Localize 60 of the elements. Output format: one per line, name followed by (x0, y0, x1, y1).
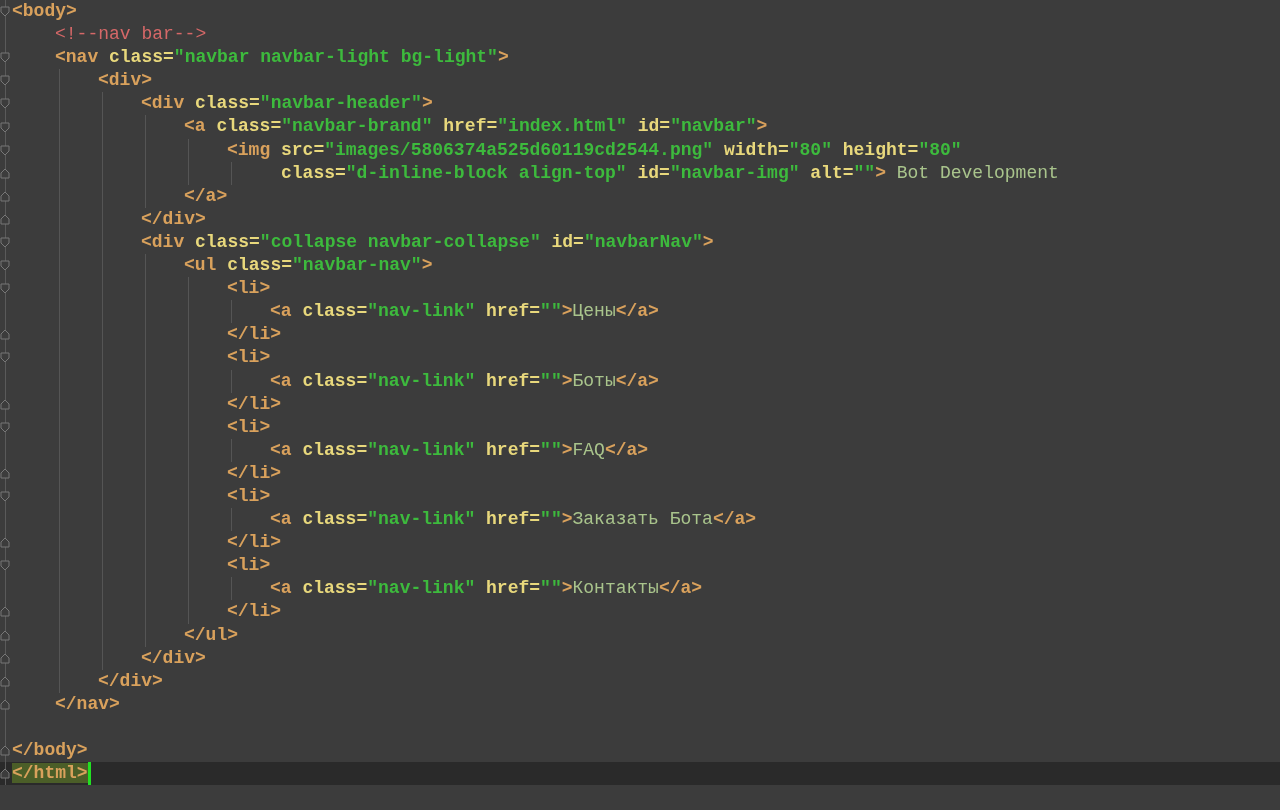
fold-marker-icon[interactable] (0, 398, 10, 410)
code-line: <ul class="navbar-nav"> (184, 254, 433, 278)
code-line: </li> (227, 392, 281, 416)
code-line: <li> (227, 346, 271, 370)
text-cursor (87, 762, 91, 786)
fold-marker-icon[interactable] (0, 467, 10, 479)
code-line: <div class="collapse navbar-collapse" id="navbarNav"> (141, 230, 714, 254)
fold-marker-icon[interactable] (0, 698, 10, 710)
code-line: <a class="nav-link" href="">Заказать Бота</a> (270, 508, 757, 532)
fold-marker-icon[interactable] (0, 560, 10, 572)
fold-marker-icon[interactable] (0, 352, 10, 364)
code-line: <li> (227, 554, 271, 578)
fold-marker-icon[interactable] (0, 260, 10, 272)
code-line: </li> (227, 461, 281, 485)
fold-marker-icon[interactable] (0, 237, 10, 248)
code-line: <div> (98, 69, 152, 93)
fold-marker-icon[interactable] (0, 167, 10, 179)
fold-marker-icon[interactable] (0, 745, 10, 757)
code-line: </ul> (184, 623, 238, 647)
fold-marker-icon[interactable] (0, 75, 10, 87)
fold-marker-icon[interactable] (0, 283, 10, 295)
fold-marker-icon[interactable] (0, 629, 10, 641)
fold-marker-icon[interactable] (0, 144, 10, 156)
code-line: <a class="nav-link" href="">Цены</a> (270, 300, 659, 324)
fold-marker-icon[interactable] (0, 675, 10, 687)
code-line: </li> (227, 531, 281, 555)
fold-marker-icon[interactable] (0, 537, 10, 549)
fold-marker-icon[interactable] (0, 606, 10, 618)
fold-marker-icon[interactable] (0, 213, 10, 225)
code-line: <li> (227, 484, 271, 508)
code-line: </nav> (55, 692, 120, 716)
code-line: </li> (227, 323, 281, 347)
code-line: <li> (227, 277, 271, 301)
code-line: class="d-inline-block align-top" id="navbar-img" alt=""> Bot Development (281, 161, 1059, 185)
code-line: </li> (227, 600, 281, 624)
code-line: <a class="nav-link" href="">Контакты</a> (270, 577, 703, 601)
code-line: <body> (12, 0, 77, 23)
code-comment: <!--nav bar--> (55, 23, 207, 47)
code-line: <nav class="navbar navbar-light bg-light"> (55, 46, 509, 70)
code-line: </div> (141, 207, 206, 231)
code-line: </div> (141, 646, 206, 670)
code-line: <img src="images/5806374a525d60119cd2544.png" width="80" height="80" (227, 138, 962, 162)
code-line: <a class="nav-link" href="">FAQ</a> (270, 438, 649, 462)
fold-marker-icon[interactable] (0, 190, 10, 202)
fold-marker-icon[interactable] (0, 421, 10, 433)
fold-marker-icon[interactable] (0, 121, 10, 133)
fold-marker-icon[interactable] (0, 52, 10, 64)
code-line: <li> (227, 415, 271, 439)
code-line: <a class="nav-link" href="">Боты</a> (270, 369, 659, 393)
code-line: </a> (184, 184, 228, 208)
code-line: <div class="navbar-header"> (141, 92, 433, 116)
code-line: </div> (98, 669, 163, 693)
code-line: <a class="navbar-brand" href="index.html" id="navbar"> (184, 115, 768, 139)
fold-marker-icon[interactable] (0, 6, 10, 18)
fold-marker-icon[interactable] (0, 652, 10, 664)
fold-marker-icon[interactable] (0, 329, 10, 341)
fold-marker-icon[interactable] (0, 491, 10, 502)
code-line: </body> (12, 739, 88, 762)
fold-marker-icon[interactable] (0, 98, 10, 110)
fold-marker-icon[interactable] (0, 768, 10, 780)
